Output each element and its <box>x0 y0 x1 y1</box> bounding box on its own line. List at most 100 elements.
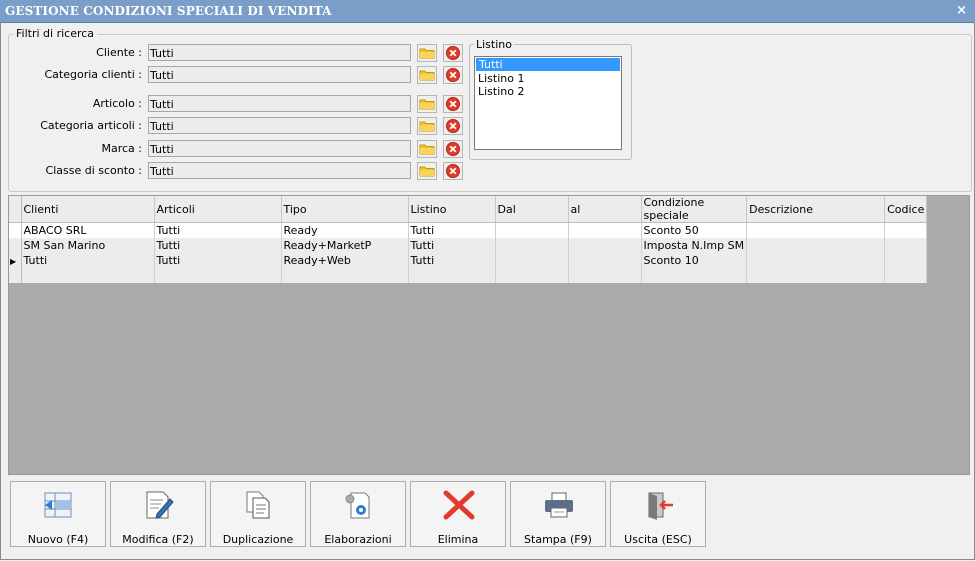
table-cell[interactable] <box>746 238 886 253</box>
row-selector[interactable] <box>9 238 22 253</box>
filter-row-categoria-clienti: Categoria clienti : Tutti <box>0 66 470 84</box>
window-title: GESTIONE CONDIZIONI SPECIALI DI VENDITA <box>5 4 332 18</box>
clear-icon[interactable] <box>443 117 463 135</box>
table-row[interactable]: ABACO SRL Tutti Ready Tutti Sconto 50 <box>9 222 928 238</box>
column-header-codice[interactable]: Codice <box>884 196 928 223</box>
search-filters-title: Filtri di ricerca <box>13 27 98 40</box>
filter-row-marca: Marca : Tutti <box>0 140 470 158</box>
table-cell[interactable]: Imposta N.Imp SM <box>641 238 748 253</box>
listino-item[interactable]: Listino 2 <box>475 85 621 98</box>
table-cell[interactable] <box>884 238 928 253</box>
filter-field-articolo[interactable]: Tutti <box>148 95 411 112</box>
exit-button-label: Uscita (ESC) <box>624 533 692 546</box>
row-selector[interactable] <box>9 222 22 238</box>
column-header-descrizione[interactable]: Descrizione <box>746 196 886 223</box>
table-cell[interactable] <box>568 253 642 268</box>
table-cell[interactable] <box>568 222 642 238</box>
table-cell[interactable]: Tutti <box>154 238 282 253</box>
column-header-dal[interactable]: Dal <box>495 196 569 223</box>
table-cell[interactable] <box>641 268 748 283</box>
table-cell[interactable] <box>154 268 282 283</box>
table-cell[interactable] <box>495 253 569 268</box>
filter-field-classe-di-sconto[interactable]: Tutti <box>148 162 411 179</box>
current-row-indicator-icon: ▶ <box>10 257 17 266</box>
folder-icon[interactable] <box>417 66 437 84</box>
listino-listbox[interactable]: Tutti Listino 1 Listino 2 <box>474 56 622 150</box>
edit-document-icon <box>146 491 174 519</box>
folder-icon[interactable] <box>417 117 437 135</box>
folder-icon[interactable] <box>417 162 437 180</box>
filter-field-categoria-articoli[interactable]: Tutti <box>148 117 411 134</box>
table-cell[interactable] <box>746 253 886 268</box>
filter-field-cliente[interactable]: Tutti <box>148 44 411 61</box>
filter-field-categoria-clienti[interactable]: Tutti <box>148 66 411 83</box>
folder-icon[interactable] <box>417 95 437 113</box>
delete-button[interactable]: Elimina <box>410 481 506 547</box>
filter-label-articolo: Articolo : <box>92 97 142 110</box>
table-cell[interactable] <box>568 268 642 283</box>
column-header-tipo[interactable]: Tipo <box>281 196 409 223</box>
listino-item[interactable]: Listino 1 <box>475 72 621 85</box>
table-cell[interactable] <box>568 238 642 253</box>
row-selector[interactable]: ▶ <box>9 253 22 268</box>
copy-documents-icon <box>246 491 270 519</box>
table-cell[interactable] <box>746 268 886 283</box>
listino-item[interactable]: Tutti <box>476 58 620 71</box>
table-cell[interactable]: Tutti <box>408 222 496 238</box>
table-cell[interactable] <box>884 222 928 238</box>
table-cell[interactable]: Tutti <box>408 253 496 268</box>
folder-icon[interactable] <box>417 44 437 62</box>
table-cell[interactable] <box>21 268 155 283</box>
duplicate-button[interactable]: Duplicazione <box>210 481 306 547</box>
column-header-articoli[interactable]: Articoli <box>154 196 282 223</box>
table-row[interactable] <box>9 268 928 283</box>
column-header-listino[interactable]: Listino <box>408 196 496 223</box>
edit-button-label: Modifica (F2) <box>122 533 194 546</box>
column-header-clienti[interactable]: Clienti <box>21 196 155 223</box>
table-cell[interactable] <box>495 238 569 253</box>
table-row[interactable]: SM San Marino Tutti Ready+MarketP Tutti Impo… <box>9 238 928 253</box>
clear-icon[interactable] <box>443 44 463 62</box>
filter-label-classe-di-sconto: Classe di sconto : <box>45 164 142 177</box>
table-cell[interactable] <box>495 268 569 283</box>
table-cell[interactable]: Sconto 50 <box>641 222 748 238</box>
clear-icon[interactable] <box>443 140 463 158</box>
folder-icon[interactable] <box>417 140 437 158</box>
table-cell[interactable]: Tutti <box>154 253 282 268</box>
print-button-label: Stampa (F9) <box>524 533 592 546</box>
exit-button[interactable]: Uscita (ESC) <box>610 481 706 547</box>
table-cell[interactable] <box>746 222 886 238</box>
column-header-al[interactable]: al <box>568 196 642 223</box>
table-row[interactable]: ▶ Tutti Tutti Ready+Web Tutti Sconto 10 <box>9 253 928 268</box>
table-cell[interactable]: Ready+MarketP <box>281 238 409 253</box>
exit-door-icon <box>648 492 673 520</box>
table-cell[interactable] <box>884 268 928 283</box>
print-button[interactable]: Stampa (F9) <box>510 481 606 547</box>
table-cell[interactable]: Sconto 10 <box>641 253 748 268</box>
filter-field-marca[interactable]: Tutti <box>148 140 411 157</box>
title-bar: GESTIONE CONDIZIONI SPECIALI DI VENDITA … <box>0 0 975 23</box>
row-selector[interactable] <box>9 268 22 283</box>
table-cell[interactable] <box>408 268 496 283</box>
table-cell[interactable] <box>884 253 928 268</box>
clear-icon[interactable] <box>443 162 463 180</box>
table-cell[interactable] <box>495 222 569 238</box>
table-cell[interactable]: Tutti <box>21 253 155 268</box>
conditions-grid[interactable]: Clienti Articoli Tipo Listino Dal al Con… <box>8 195 970 475</box>
clear-icon[interactable] <box>443 66 463 84</box>
clear-icon[interactable] <box>443 95 463 113</box>
table-cell[interactable]: Tutti <box>154 222 282 238</box>
table-cell[interactable]: ABACO SRL <box>21 222 155 238</box>
row-header-corner <box>9 196 22 223</box>
new-button[interactable]: Nuovo (F4) <box>10 481 106 547</box>
table-cell[interactable]: Ready+Web <box>281 253 409 268</box>
edit-button[interactable]: Modifica (F2) <box>110 481 206 547</box>
table-cell[interactable]: Tutti <box>408 238 496 253</box>
column-header-condizione[interactable]: Condizione speciale <box>641 196 748 223</box>
table-cell[interactable] <box>281 268 409 283</box>
filter-label-marca: Marca : <box>101 142 142 155</box>
close-icon[interactable]: × <box>956 3 967 18</box>
processing-button[interactable]: Elaborazioni <box>310 481 406 547</box>
table-cell[interactable]: Ready <box>281 222 409 238</box>
table-cell[interactable]: SM San Marino <box>21 238 155 253</box>
